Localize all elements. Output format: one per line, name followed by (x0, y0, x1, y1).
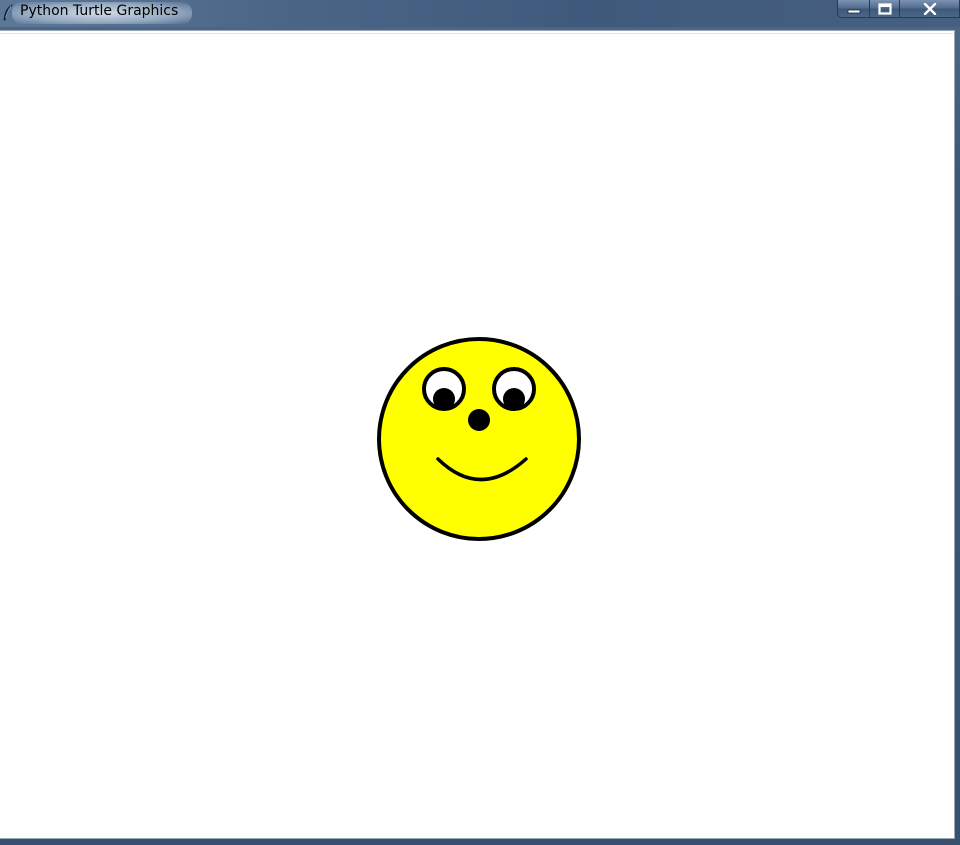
maximize-button[interactable] (870, 0, 900, 18)
close-button[interactable] (900, 0, 960, 18)
maximize-icon (877, 2, 892, 15)
minimize-button[interactable] (837, 0, 870, 18)
right-pupil (503, 388, 525, 410)
turtle-window: Python Turtle Graphics (0, 0, 960, 845)
title-bar[interactable]: Python Turtle Graphics (0, 0, 960, 27)
close-icon (923, 2, 937, 15)
window-title: Python Turtle Graphics (20, 3, 179, 19)
face-circle (377, 337, 581, 541)
left-pupil (433, 388, 455, 410)
drawing (377, 337, 581, 541)
nose (468, 409, 490, 431)
minimize-icon (847, 4, 861, 14)
turtle-canvas[interactable] (0, 33, 953, 838)
client-area (0, 30, 955, 839)
window-controls (837, 0, 960, 19)
feather-icon[interactable] (2, 4, 14, 22)
